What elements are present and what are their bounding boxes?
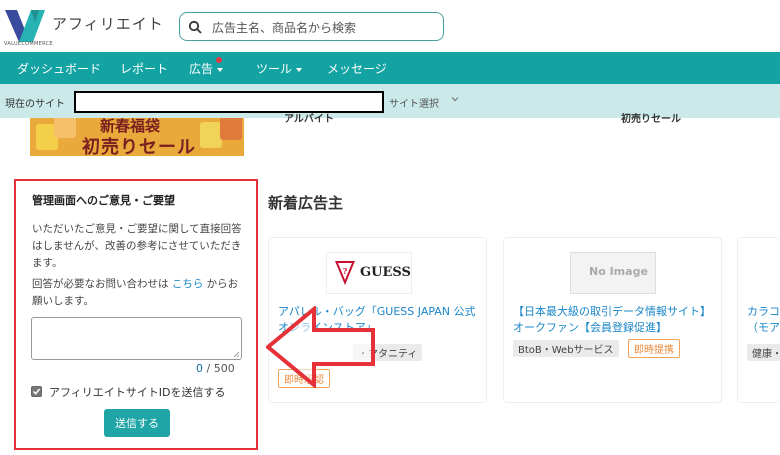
no-image-text: No Image (589, 265, 648, 278)
advertiser-title[interactable]: 【日本最大級の取引データ情報サイト】オークファン【会員登録促進】 (513, 304, 713, 336)
partial-caption-left: アルバイト (284, 114, 334, 125)
banner-line2: 初売りセール (82, 137, 196, 156)
nav-label: レポート (120, 62, 169, 76)
nav-label: メッセージ (327, 62, 387, 76)
feedback-textarea[interactable] (31, 317, 242, 360)
advertiser-title[interactable]: カラコ（モア (747, 304, 780, 336)
nav-dashboard[interactable]: ダッシュボード (17, 60, 101, 77)
advertiser-card[interactable]: カラコ（モア 健康・ (737, 237, 780, 403)
guess-triangle-icon: ? (335, 261, 355, 285)
chevron-down-icon[interactable] (451, 95, 459, 103)
nav-report[interactable]: レポート (120, 60, 168, 77)
submit-button[interactable]: 送信する (104, 409, 170, 437)
feedback-contact-note: 回答が必要なお問い合わせは こちら からお願いします。 (32, 276, 247, 310)
current-site-redacted (74, 91, 384, 113)
site-select[interactable]: サイト選択 (389, 95, 439, 110)
search-placeholder: 広告主名、商品名から検索 (212, 21, 357, 35)
feedback-title: 管理画面へのご意見・ご要望 (32, 194, 175, 207)
nav-label: ツール (256, 62, 293, 76)
notification-dot (216, 57, 222, 63)
feedback-panel: 管理画面へのご意見・ご要望 いただいたご意見・ご要望に関して直接回答はしませんが… (14, 179, 258, 450)
category-tag: BtoB・Webサービス (513, 340, 619, 357)
character-count: 0 / 500 (196, 362, 235, 375)
search-icon (188, 20, 202, 34)
annotation-arrow-left-icon (266, 306, 375, 388)
feedback-description: いただいたご意見・ご要望に関して直接回答はしませんが、改善の参考にさせていただき… (32, 223, 242, 269)
category-tag: 健康・ (747, 344, 780, 361)
svg-text:?: ? (343, 266, 348, 276)
section-title: 新着広告主 (268, 194, 344, 212)
bag-icon (220, 118, 242, 140)
promo-banner[interactable]: 新春福袋 初売りセール (30, 118, 244, 156)
logo-text: VALUECOMMERCE (4, 41, 53, 47)
send-site-id-checkbox[interactable] (31, 386, 42, 397)
no-image-placeholder: No Image (570, 252, 656, 294)
caret-down-icon (217, 67, 224, 72)
advertiser-logo: ? GUESS (326, 252, 412, 294)
search-input[interactable]: 広告主名、商品名から検索 (179, 12, 444, 41)
brand-title: アフィリエイト (52, 15, 164, 33)
contact-link[interactable]: こちら (172, 278, 204, 290)
nav-messages[interactable]: メッセージ (327, 60, 387, 77)
bag-icon (200, 122, 222, 148)
advertiser-card[interactable]: No Image 【日本最大級の取引データ情報サイト】オークファン【会員登録促進… (503, 237, 722, 403)
nav-label: ダッシュボード (17, 62, 102, 76)
check-icon (32, 388, 41, 395)
current-site-label: 現在のサイト (5, 99, 65, 110)
contact-prefix: 回答が必要なお問い合わせは (32, 278, 172, 290)
advertiser-logo-text: GUESS (360, 265, 411, 280)
send-site-id-label[interactable]: アフィリエイトサイトIDを送信する (49, 384, 226, 400)
nav-label: 広告 (189, 62, 214, 76)
resize-handle-icon[interactable] (233, 351, 240, 358)
main-nav: ダッシュボード レポート 広告 ツール メッセージ (0, 52, 780, 84)
caret-down-icon (296, 67, 303, 72)
partial-caption-right: 初売りセール (621, 114, 681, 125)
partnership-tag: 即時提携 (628, 339, 680, 358)
count-current: 0 (196, 362, 203, 375)
header: VALUECOMMERCE アフィリエイト 広告主名、商品名から検索 (0, 0, 780, 52)
nav-tools[interactable]: ツール (256, 60, 303, 77)
bag-icon (54, 118, 76, 138)
count-max: / 500 (203, 362, 235, 375)
